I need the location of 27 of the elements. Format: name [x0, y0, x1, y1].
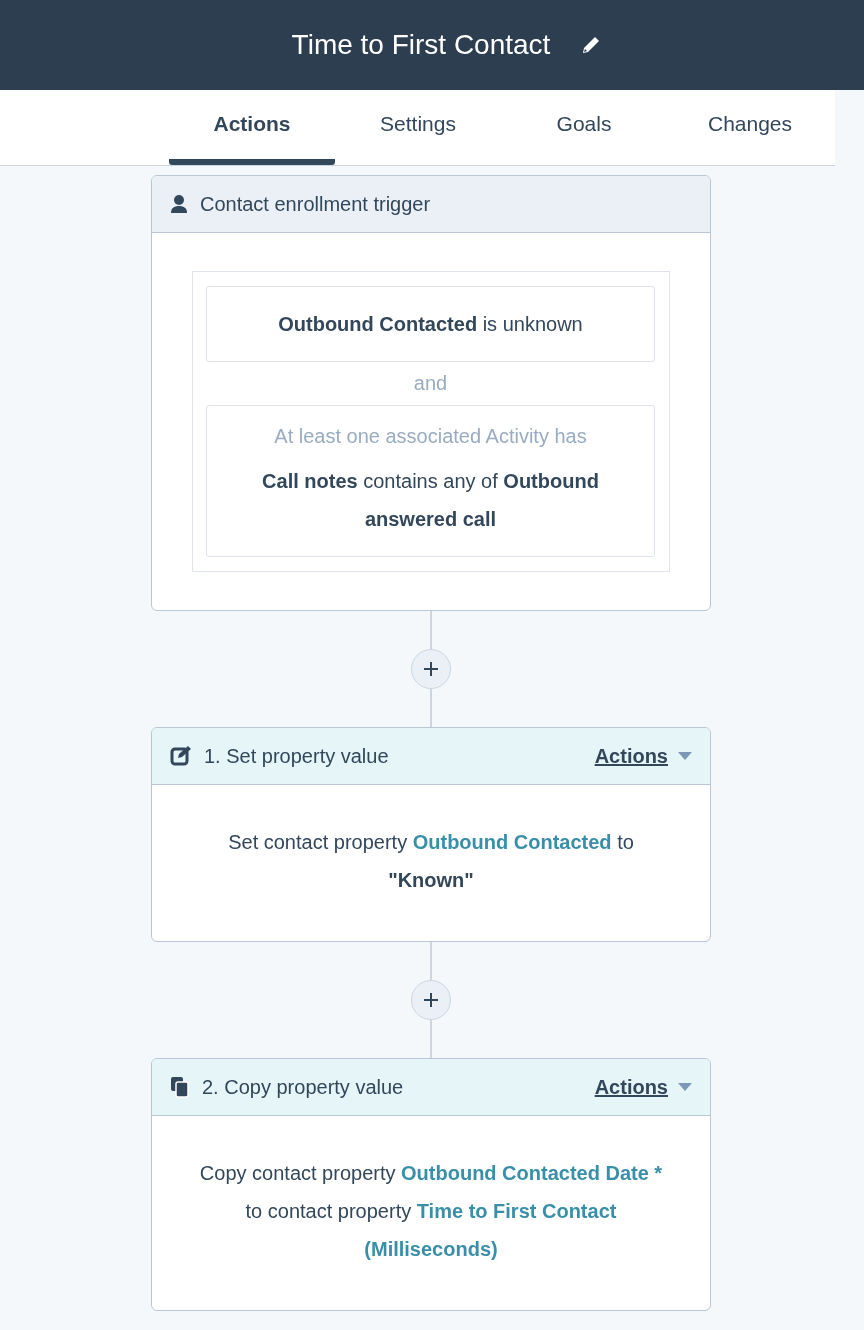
tab[interactable]: Actions	[169, 90, 335, 165]
filter-condition[interactable]: Outbound Contacted is unknown	[206, 286, 655, 362]
tab[interactable]: Changes	[667, 90, 833, 165]
joiner-label: and	[412, 371, 449, 396]
caret-icon	[678, 752, 692, 760]
filter-text: Outbound Contacted is unknown	[278, 312, 583, 337]
actions-menu[interactable]: Actions	[594, 1075, 692, 1099]
caret-icon	[678, 1083, 692, 1091]
plus-icon	[424, 993, 438, 1007]
action-description: Copy contact property Outbound Contacted Date * to contact property Time to First Contact (Milliseconds)	[199, 1162, 663, 1260]
plus-icon	[424, 662, 438, 676]
card-title: 1. Set property value	[204, 744, 390, 768]
tab[interactable]: Settings	[335, 90, 501, 165]
copy-icon	[170, 1076, 190, 1098]
edit-icon	[170, 745, 192, 767]
filter-subtitle: At least one associated Activity has	[274, 424, 587, 448]
card-title: 2. Copy property value	[202, 1075, 405, 1099]
person-icon	[170, 194, 188, 214]
add-step-button[interactable]	[411, 649, 451, 689]
filter-condition[interactable]: At least one associated Activity has Call notes contains any of Outbound answered call	[206, 405, 655, 557]
action-description: Set contact property Outbound Contacted to "Known"	[228, 831, 634, 891]
actions-menu[interactable]: Actions	[594, 744, 692, 768]
workflow-title: Time to First Contact	[291, 29, 551, 61]
filter-text: Call notes contains any of Outbound answered call	[261, 469, 600, 532]
tab[interactable]: Goals	[501, 90, 667, 165]
card-title: Contact enrollment trigger	[200, 192, 432, 216]
add-step-button[interactable]	[411, 980, 451, 1020]
